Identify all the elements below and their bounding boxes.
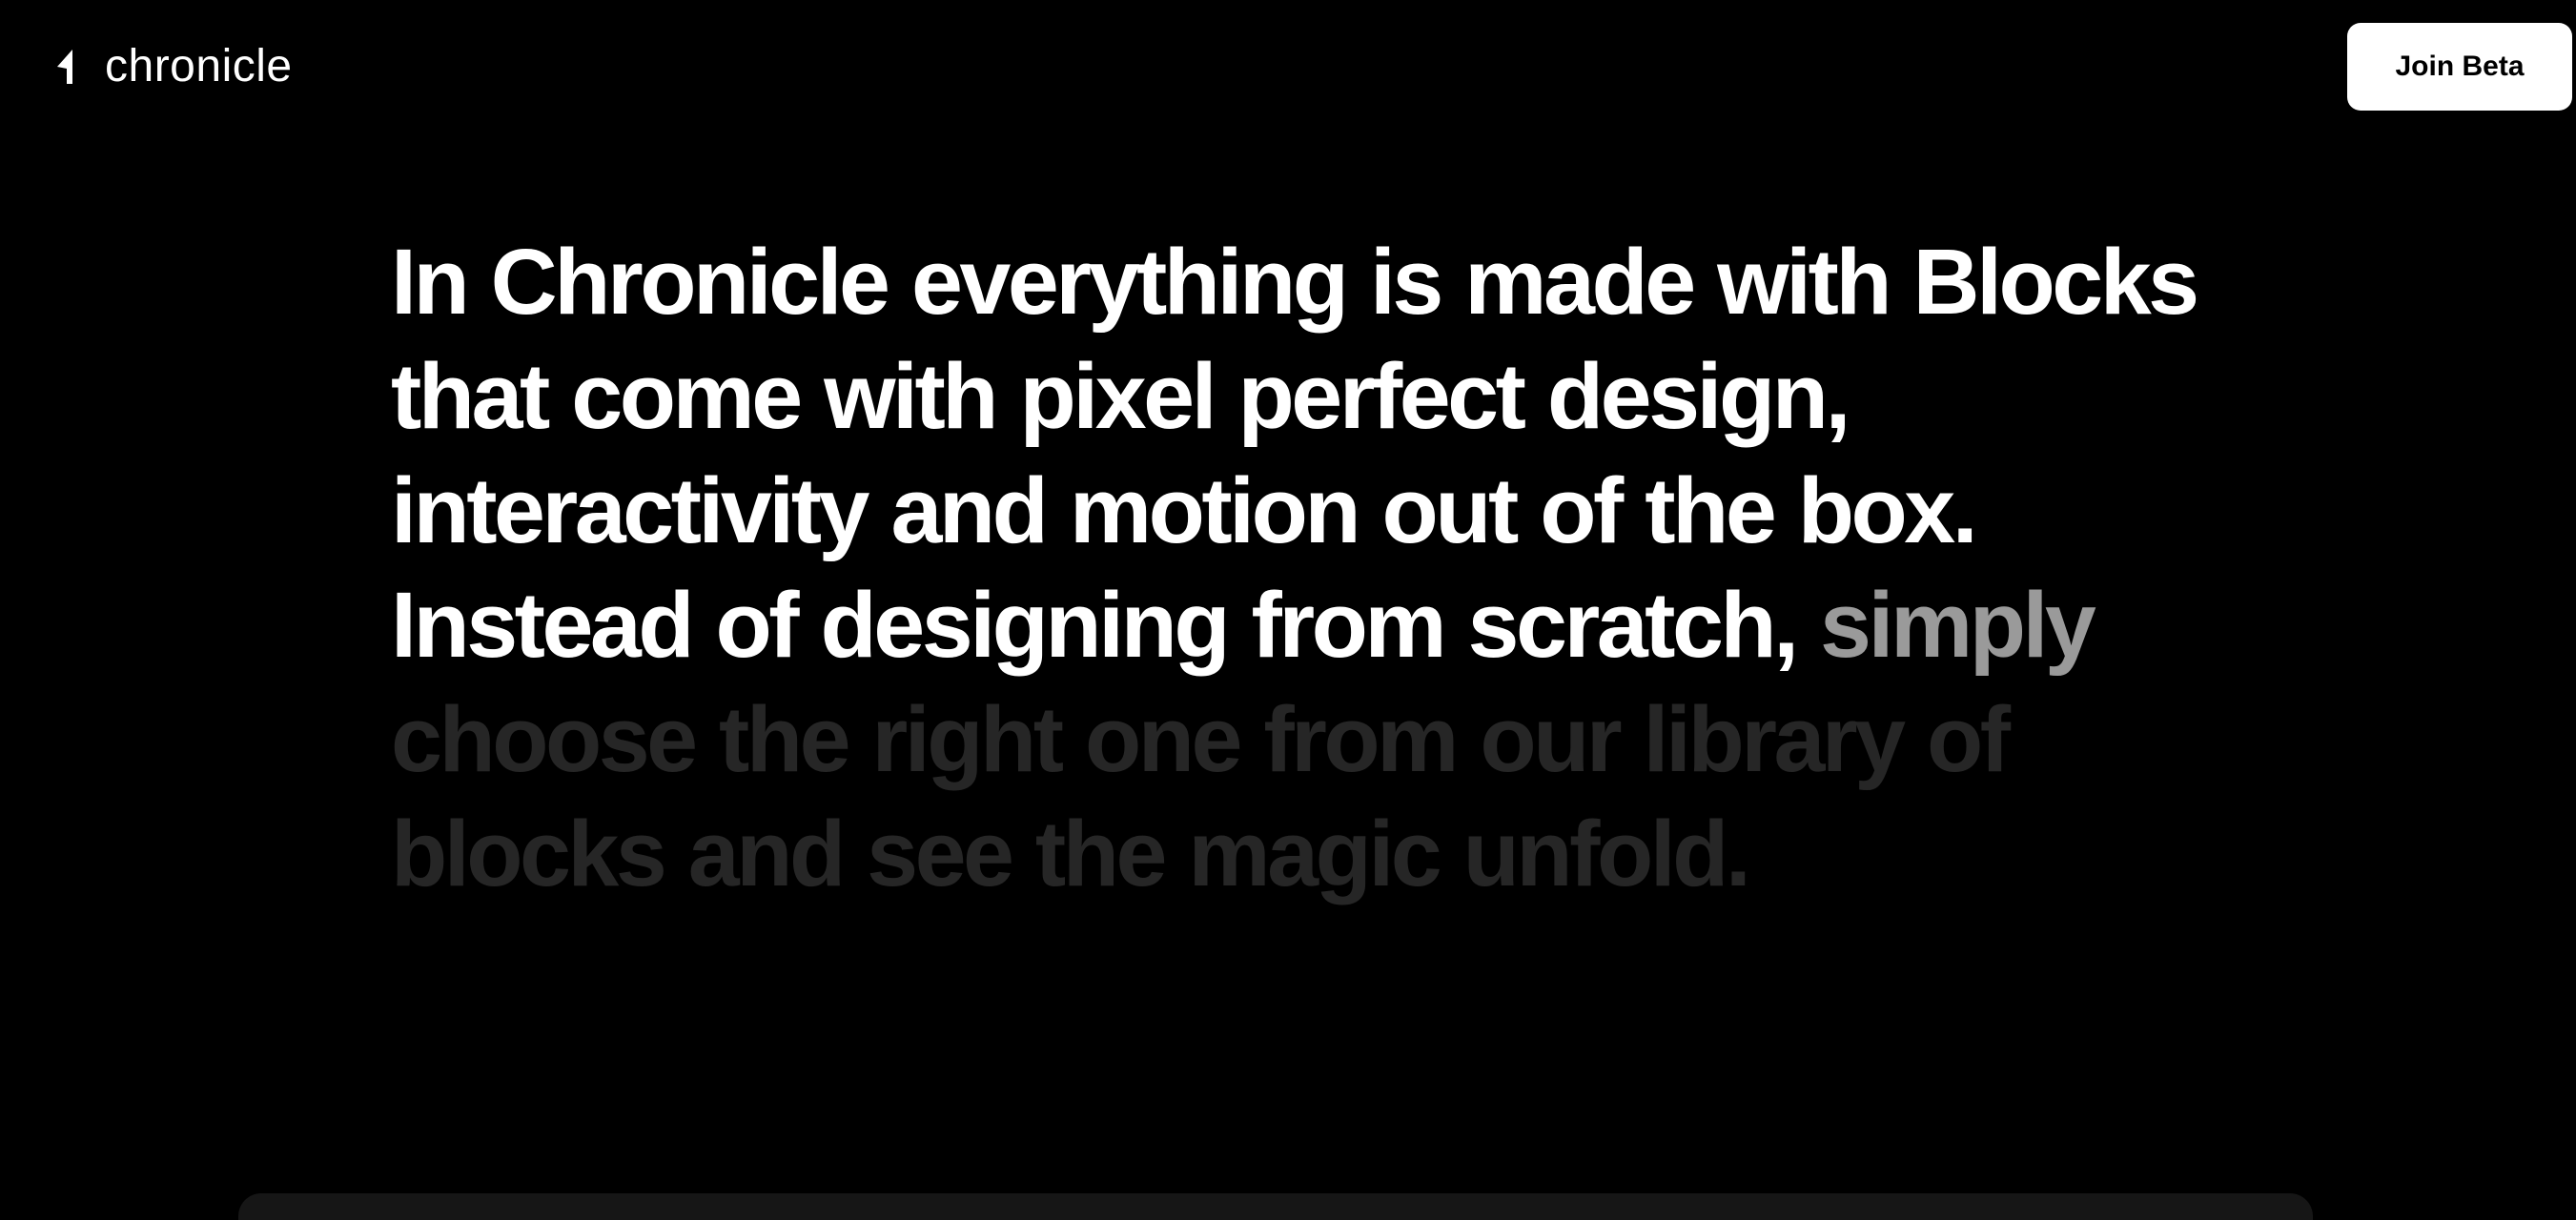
hero-text-faded: choose the right one from our library of… (391, 687, 2011, 905)
brand-home-link[interactable]: chronicle (53, 38, 293, 95)
brand-name: chronicle (105, 41, 293, 92)
hero-statement: In Chronicle everything is made with Blo… (391, 225, 2202, 911)
preview-panel (238, 1193, 2313, 1220)
top-nav: chronicle Join Beta (0, 0, 2576, 133)
join-beta-button[interactable]: Join Beta (2347, 23, 2572, 111)
hero-text-highlight: simply (1820, 573, 2096, 677)
chronicle-logo-icon (57, 50, 72, 84)
